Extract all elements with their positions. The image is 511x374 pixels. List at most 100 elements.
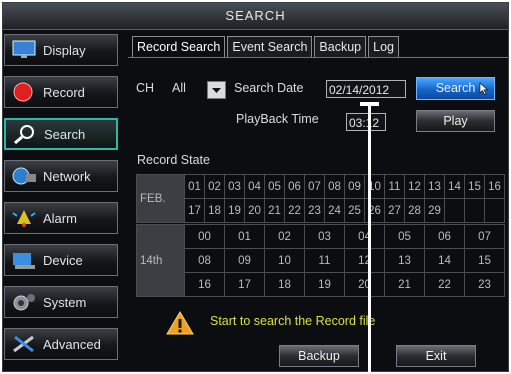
tab-record-search[interactable]: Record Search [132,36,226,57]
sidebar-item-label: Record [43,84,85,100]
hour-cell[interactable]: 21 [384,272,425,297]
day-cell[interactable]: 09 [344,174,365,199]
day-cell[interactable]: 11 [384,174,405,199]
hour-cell[interactable]: 16 [184,272,225,297]
search-date-label: Search Date [234,81,304,95]
hour-cell[interactable]: 14 [424,248,465,273]
day-cell[interactable]: 13 [424,174,445,199]
day-cell[interactable]: 01 [184,174,205,199]
day-cell[interactable]: 04 [244,174,265,199]
day-cell[interactable]: 20 [244,198,265,223]
alarm-icon [11,208,37,228]
day-cell[interactable]: 23 [304,198,325,223]
hour-cell[interactable]: 05 [384,224,425,249]
hour-cell[interactable]: 03 [304,224,345,249]
day-cell[interactable]: 29 [424,198,445,223]
exit-button[interactable]: Exit [396,345,476,367]
day-cell[interactable]: 02 [204,174,225,199]
search-date-field[interactable]: 02/14/2012 [326,80,406,98]
play-button[interactable]: Play [416,110,495,132]
search-button[interactable]: Search [416,77,495,100]
sidebar-item-label: Display [43,42,86,58]
hour-cell[interactable]: 20 [344,272,385,297]
day-cell[interactable]: 19 [224,198,245,223]
ch-dropdown-button[interactable] [207,81,226,99]
sidebar-item-alarm[interactable]: Alarm [4,202,118,234]
playback-time-field[interactable]: 03:12 [346,113,386,131]
day-cell[interactable]: 05 [264,174,285,199]
hour-cell[interactable]: 19 [304,272,345,297]
tab-log[interactable]: Log [368,36,399,57]
day-cell-empty [464,198,485,223]
day-cell-empty [444,198,465,223]
hour-cell[interactable]: 00 [184,224,225,249]
sidebar-item-device[interactable]: Device [4,244,118,276]
hour-cell[interactable]: 18 [264,272,305,297]
hour-cell[interactable]: 22 [424,272,465,297]
chevron-down-icon [212,88,221,93]
hour-cell[interactable]: 09 [224,248,265,273]
hour-cell[interactable]: 08 [184,248,225,273]
network-icon [11,166,37,186]
backup-button[interactable]: Backup [279,345,359,367]
day-cell[interactable]: 08 [324,174,345,199]
sidebar-item-label: Network [43,168,91,184]
pointer-marker-line [368,104,371,374]
tab-backup[interactable]: Backup [314,36,367,57]
day-cell[interactable]: 17 [184,198,205,223]
pointer-cursor-icon [479,82,489,95]
sidebar-item-label: Device [43,252,83,268]
hour-cell[interactable]: 07 [464,224,505,249]
day-cell[interactable]: 07 [304,174,325,199]
ch-label: CH [136,81,155,95]
day-cell[interactable]: 03 [224,174,245,199]
hour-record-table: 14th 00 01 02 03 04 05 06 07 08 09 10 11… [136,224,505,297]
hour-cell[interactable]: 01 [224,224,265,249]
ch-value[interactable]: All [172,81,186,95]
tab-bar: Record Search Event Search Backup Log [132,36,401,58]
system-icon [11,292,37,312]
day-cell[interactable]: 28 [404,198,425,223]
warning-icon [166,311,194,335]
sidebar-item-system[interactable]: System [4,286,118,318]
sidebar-item-label: Alarm [43,210,77,226]
hour-cell[interactable]: 06 [424,224,465,249]
hour-cell[interactable]: 13 [384,248,425,273]
day-cell[interactable]: 06 [284,174,305,199]
sidebar-item-label: System [43,294,87,310]
hour-cell[interactable]: 17 [224,272,265,297]
playback-time-label: PlayBack Time [236,112,319,126]
sidebar-item-record[interactable]: Record [4,76,118,108]
device-icon [11,250,37,270]
sidebar-item-display[interactable]: Display [4,34,118,66]
record-icon [11,82,37,102]
day-cell[interactable]: 16 [484,174,505,199]
day-cell[interactable]: 25 [344,198,365,223]
status-message: Start to search the Record file [210,314,376,328]
hour-cell[interactable]: 11 [304,248,345,273]
sidebar-item-advanced[interactable]: Advanced [4,328,118,360]
hour-cell[interactable]: 23 [464,272,505,297]
day-cell[interactable]: 18 [204,198,225,223]
day-cell[interactable]: 24 [324,198,345,223]
tab-event-search[interactable]: Event Search [227,36,313,57]
day-cell[interactable]: 21 [264,198,285,223]
day-cell[interactable]: 22 [284,198,305,223]
hour-cell[interactable]: 10 [264,248,305,273]
month-label: FEB. [136,174,185,223]
day-cell[interactable]: 15 [464,174,485,199]
sidebar-item-search[interactable]: Search [4,118,118,150]
monitor-icon [11,40,37,60]
hour-cell[interactable]: 02 [264,224,305,249]
window-title: SEARCH [3,3,508,30]
day-cell[interactable]: 27 [384,198,405,223]
hour-cell[interactable]: 04 [344,224,385,249]
magnifier-icon [12,124,38,145]
hour-cell[interactable]: 15 [464,248,505,273]
day-record-table: FEB. 01 02 03 04 05 06 07 08 09 10 11 12… [136,174,505,223]
hour-cell[interactable]: 12 [344,248,385,273]
record-state-label: Record State [137,153,210,167]
day-cell[interactable]: 14 [444,174,465,199]
sidebar-item-network[interactable]: Network [4,160,118,192]
day-cell[interactable]: 12 [404,174,425,199]
